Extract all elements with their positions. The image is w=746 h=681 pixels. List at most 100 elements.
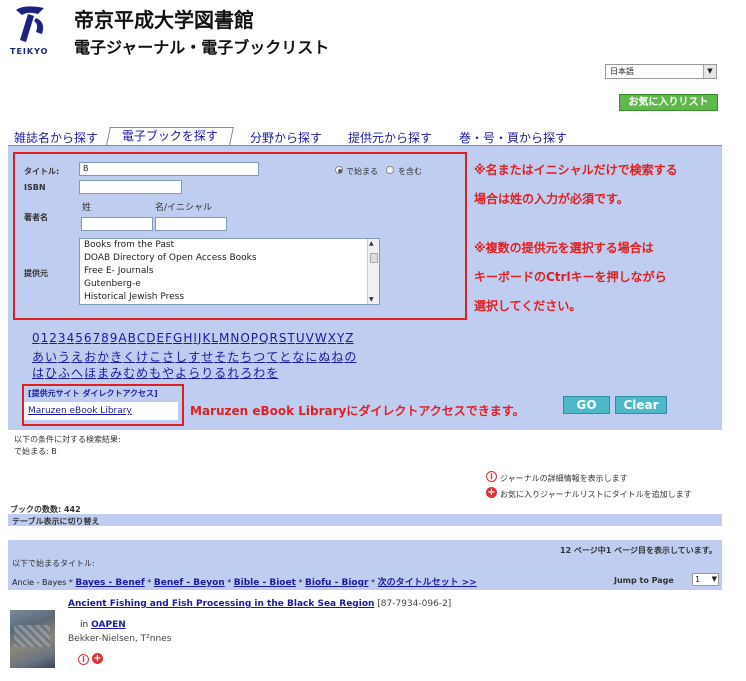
author-last-input[interactable] — [81, 217, 153, 231]
alpha-nav-link[interactable]: う — [58, 350, 70, 364]
alpha-nav-link[interactable]: さ — [162, 350, 174, 364]
alpha-nav-link[interactable]: 0 — [32, 331, 40, 345]
alpha-nav-link[interactable]: F — [165, 331, 172, 345]
jump-to-page-select[interactable]: 1 ▼ — [692, 573, 719, 586]
alpha-nav-link[interactable]: S — [279, 331, 287, 345]
title-range-link[interactable]: Bayes - Benef — [75, 578, 144, 588]
alpha-nav-link[interactable]: E — [157, 331, 165, 345]
alpha-nav-link[interactable]: 1 — [41, 331, 49, 345]
alpha-nav-link[interactable]: 5 — [75, 331, 83, 345]
alpha-nav-link[interactable]: P — [251, 331, 258, 345]
alpha-nav-link[interactable]: る — [214, 366, 226, 380]
alpha-nav-link[interactable]: あ — [32, 350, 44, 364]
scrollbar-thumb[interactable] — [370, 253, 378, 263]
alpha-nav-link[interactable]: ら — [188, 366, 200, 380]
alpha-nav-link[interactable]: お — [84, 350, 96, 364]
alpha-nav-link[interactable]: A — [118, 331, 126, 345]
provider-option[interactable]: Books from the Past — [80, 239, 379, 252]
alpha-nav-link[interactable]: ひ — [45, 366, 57, 380]
alpha-nav-link[interactable]: X — [328, 331, 336, 345]
alpha-nav-link[interactable]: り — [201, 366, 213, 380]
alpha-nav-link[interactable]: へ — [71, 366, 83, 380]
alpha-nav-link[interactable]: ね — [331, 350, 343, 364]
radio-contains[interactable] — [386, 166, 394, 174]
alpha-nav-link[interactable]: L — [211, 331, 218, 345]
favorites-list-button[interactable]: お気に入りリスト — [619, 94, 718, 111]
alpha-nav-link[interactable]: Y — [337, 331, 344, 345]
go-button[interactable]: GO — [563, 396, 610, 414]
table-toggle-link[interactable]: テーブル表示に切り替え — [12, 516, 100, 527]
alpha-nav-link[interactable]: C — [137, 331, 145, 345]
alpha-nav-link[interactable]: ろ — [240, 366, 252, 380]
alpha-nav-link[interactable]: D — [146, 331, 155, 345]
alpha-nav-link[interactable]: ふ — [58, 366, 70, 380]
provider-listbox[interactable]: Books from the Past DOAB Directory of Op… — [79, 238, 380, 305]
alpha-nav-link[interactable]: V — [306, 331, 314, 345]
alpha-nav-link[interactable]: に — [305, 350, 317, 364]
alpha-nav-link[interactable]: な — [292, 350, 304, 364]
scroll-up-icon[interactable]: ▲ — [369, 240, 374, 247]
alpha-nav-link[interactable]: も — [149, 366, 161, 380]
author-first-input[interactable] — [155, 217, 227, 231]
alpha-nav-link[interactable]: 6 — [84, 331, 92, 345]
alpha-nav-link[interactable]: U — [296, 331, 305, 345]
alpha-nav-link[interactable]: ほ — [84, 366, 96, 380]
alpha-nav-link[interactable]: め — [136, 366, 148, 380]
alpha-nav-link[interactable]: 9 — [110, 331, 118, 345]
alpha-nav-link[interactable]: R — [270, 331, 278, 345]
add-favorite-icon[interactable]: + — [92, 653, 103, 664]
provider-scrollbar[interactable]: ▲ ▼ — [367, 239, 379, 304]
alpha-nav-link[interactable]: の — [344, 350, 356, 364]
title-range-link[interactable]: Bible - Bioet — [234, 578, 296, 588]
alpha-nav-link[interactable]: G — [173, 331, 182, 345]
alpha-nav-link[interactable]: き — [110, 350, 122, 364]
alpha-nav-link[interactable]: 2 — [49, 331, 57, 345]
maruzen-link[interactable]: Maruzen eBook Library — [28, 406, 132, 416]
scroll-down-icon[interactable]: ▼ — [369, 296, 374, 303]
alpha-nav-link[interactable]: W — [315, 331, 327, 345]
alpha-nav-link[interactable]: Z — [345, 331, 353, 345]
alpha-nav-link[interactable]: ぬ — [318, 350, 330, 364]
alpha-nav-link[interactable]: い — [45, 350, 57, 364]
alpha-nav-link[interactable]: つ — [253, 350, 265, 364]
provider-option[interactable]: Free E- Journals — [80, 265, 379, 278]
info-icon[interactable]: i — [78, 654, 89, 665]
clear-button[interactable]: Clear — [615, 396, 667, 414]
isbn-input[interactable] — [79, 180, 182, 194]
alpha-nav-link[interactable]: せ — [201, 350, 213, 364]
alpha-nav-link[interactable]: N — [230, 331, 239, 345]
alpha-nav-link[interactable]: そ — [214, 350, 226, 364]
alpha-nav-link[interactable]: M — [219, 331, 229, 345]
alpha-nav-link[interactable]: れ — [227, 366, 239, 380]
alpha-nav-link[interactable]: た — [227, 350, 239, 364]
result-provider-link[interactable]: OAPEN — [91, 620, 126, 630]
title-range-link[interactable]: Biofu - Biogr — [305, 578, 368, 588]
alpha-nav-link[interactable]: こ — [149, 350, 161, 364]
alpha-nav-link[interactable]: 7 — [92, 331, 100, 345]
alpha-nav-link[interactable]: T — [287, 331, 294, 345]
alpha-nav-link[interactable]: ち — [240, 350, 252, 364]
alpha-nav-link[interactable]: K — [202, 331, 210, 345]
alpha-nav-link[interactable]: す — [188, 350, 200, 364]
provider-option[interactable]: Historical Jewish Press — [80, 291, 379, 304]
alpha-nav-link[interactable]: O — [240, 331, 249, 345]
alpha-nav-link[interactable]: し — [175, 350, 187, 364]
alpha-nav-link[interactable]: Q — [259, 331, 268, 345]
alpha-nav-link[interactable]: J — [198, 331, 202, 345]
title-range-link[interactable]: Benef - Beyon — [154, 578, 225, 588]
tab-volume-issue[interactable]: 巻・号・頁から探す — [459, 129, 567, 146]
provider-option[interactable]: DOAB Directory of Open Access Books — [80, 252, 379, 265]
alpha-nav-link[interactable]: け — [136, 350, 148, 364]
alpha-nav-link[interactable]: く — [123, 350, 135, 364]
alpha-nav-link[interactable]: む — [123, 366, 135, 380]
alpha-nav-link[interactable]: を — [266, 366, 278, 380]
alpha-nav-link[interactable]: は — [32, 366, 44, 380]
alpha-nav-link[interactable]: わ — [253, 366, 265, 380]
alpha-nav-link[interactable]: ま — [97, 366, 109, 380]
radio-starts-with[interactable] — [335, 166, 343, 174]
tab-journal-name[interactable]: 雑誌名から探す — [14, 129, 98, 146]
language-select[interactable]: 日本語 ▼ — [605, 64, 717, 79]
alpha-nav-link[interactable]: I — [193, 331, 197, 345]
alpha-nav-link[interactable]: B — [128, 331, 136, 345]
alpha-nav-link[interactable]: 8 — [101, 331, 109, 345]
